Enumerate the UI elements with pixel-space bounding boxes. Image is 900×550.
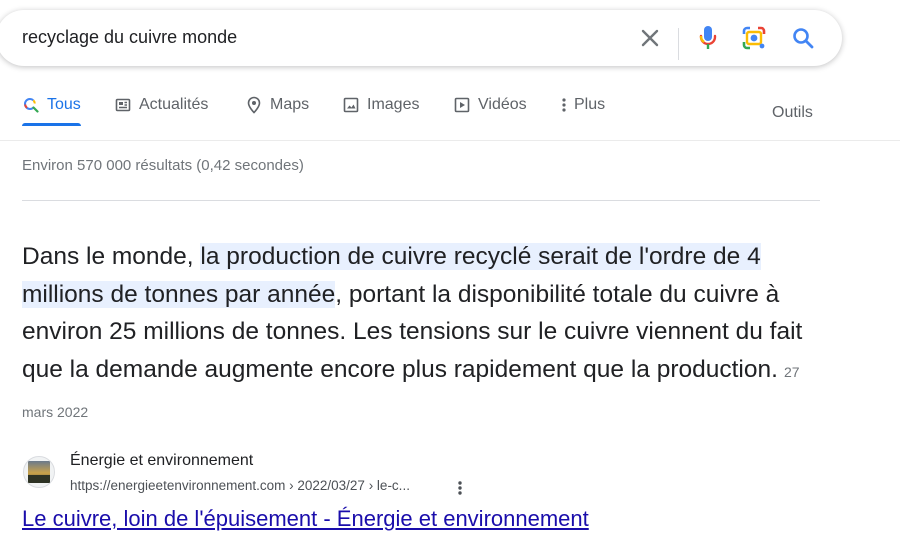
more-vert-icon xyxy=(560,96,568,114)
result-title-link[interactable]: Le cuivre, loin de l'épuisement - Énergi… xyxy=(22,506,589,532)
search-icon xyxy=(22,96,40,114)
tab-videos[interactable]: Vidéos xyxy=(453,96,527,140)
microphone-icon[interactable] xyxy=(695,25,721,51)
close-icon[interactable] xyxy=(637,25,663,51)
tab-all[interactable]: Tous xyxy=(22,96,81,140)
site-name: Énergie et environnement xyxy=(70,452,254,469)
tab-label: Plus xyxy=(574,96,606,113)
tab-news[interactable]: Actualités xyxy=(114,96,208,140)
tab-label: Actualités xyxy=(139,96,209,113)
tab-label: Tous xyxy=(47,96,81,113)
tab-more[interactable]: Plus xyxy=(560,96,605,140)
search-tabs: Tous Actualités Maps Images Vidéos Plus xyxy=(22,96,822,140)
search-input[interactable]: recyclage du cuivre monde xyxy=(22,27,237,48)
camera-lens-icon[interactable] xyxy=(741,25,767,51)
image-icon xyxy=(342,96,360,114)
more-vert-icon[interactable] xyxy=(451,478,469,498)
tools-button[interactable]: Outils xyxy=(772,104,813,122)
result-stats: Environ 570 000 résultats (0,42 secondes… xyxy=(22,157,304,174)
featured-snippet: Dans le monde, la production de cuivre r… xyxy=(22,238,822,432)
tab-images[interactable]: Images xyxy=(342,96,419,140)
tabs-divider xyxy=(0,140,900,141)
tab-label: Images xyxy=(367,96,420,113)
site-url[interactable]: https://energieetenvironnement.com › 202… xyxy=(70,478,410,493)
site-favicon[interactable] xyxy=(23,456,55,488)
snippet-text-before: Dans le monde, xyxy=(22,243,201,270)
stats-divider xyxy=(22,200,820,201)
search-box[interactable]: recyclage du cuivre monde xyxy=(0,10,842,66)
search-icon[interactable] xyxy=(790,25,816,51)
tab-label: Maps xyxy=(270,96,310,113)
tab-label: Vidéos xyxy=(478,96,527,113)
search-box-divider xyxy=(678,28,679,60)
news-icon xyxy=(114,96,132,114)
tab-maps[interactable]: Maps xyxy=(245,96,309,140)
map-pin-icon xyxy=(245,96,263,114)
video-icon xyxy=(453,96,471,114)
